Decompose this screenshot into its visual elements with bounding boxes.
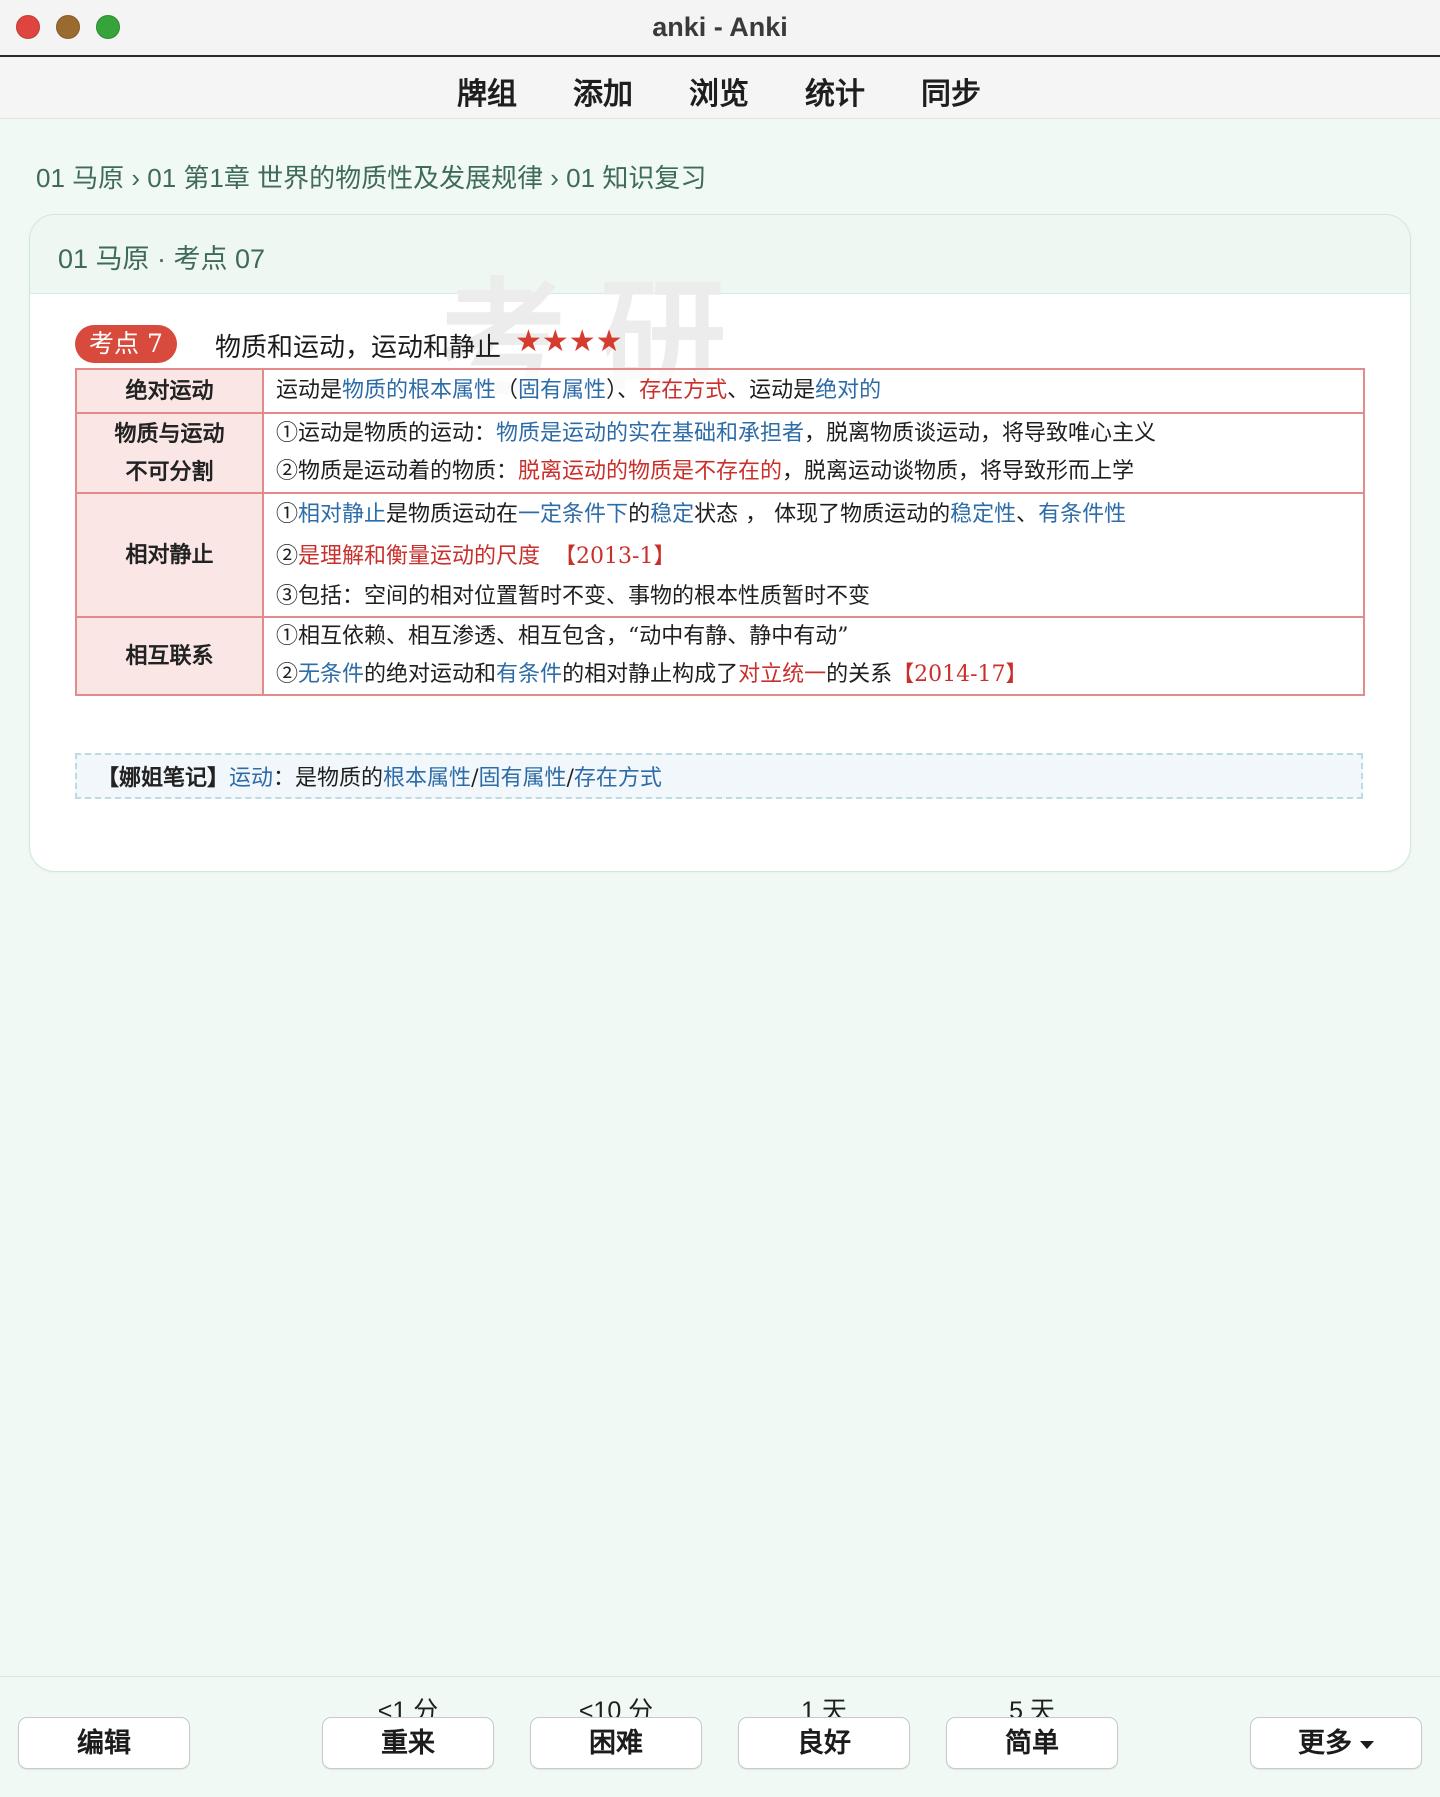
content-line: ②无条件的绝对运动和有条件的相对静止构成了对立统一的关系【2014-17】 [276, 662, 1028, 687]
knowledge-table: 绝对运动 运动是物质的根本属性（固有属性）、存在方式、运动是绝对的 物质与运动 … [75, 368, 1365, 696]
row-label: 相对静止 [75, 492, 264, 618]
answer-bar: 编辑 <1 分 重来 <10 分 困难 1 天 良好 5 天 简单 更多 [0, 1676, 1440, 1797]
row-label: 相互联系 [75, 616, 264, 696]
kaodian-title: 物质和运动，运动和静止 [215, 333, 502, 363]
edit-button[interactable]: 编辑 [18, 1717, 190, 1769]
table-row: 绝对运动 运动是物质的根本属性（固有属性）、存在方式、运动是绝对的 [75, 368, 1365, 414]
title-bar: anki - Anki [0, 0, 1440, 57]
content-line: ③包括：空间的相对位置暂时不变、事物的根本性质暂时不变 [276, 584, 871, 609]
content-line: 运动是物质的根本属性（固有属性）、存在方式、运动是绝对的 [276, 378, 882, 403]
row-content: 运动是物质的根本属性（固有属性）、存在方式、运动是绝对的 [262, 368, 1365, 414]
row-content: ①相对静止是物质运动在一定条件下的稳定状态 ， 体现了物质运动的稳定性、有条件性… [262, 492, 1365, 618]
content-line: ①相对静止是物质运动在一定条件下的稳定状态 ， 体现了物质运动的稳定性、有条件性 [276, 502, 1127, 527]
row-content: ①运动是物质的运动：物质是运动的实在基础和承担者，脱离物质谈运动，将导致唯心主义… [262, 412, 1365, 494]
chevron-down-icon [1360, 1740, 1374, 1749]
row-content: ①相互依赖、相互渗透、相互包含，“动中有静、静中有动” ②无条件的绝对运动和有条… [262, 616, 1365, 696]
content-line: ②是理解和衡量运动的尺度 【2013-1】 [276, 544, 676, 569]
star-rating: ★★★★ [515, 325, 623, 358]
toolbar-sync[interactable]: 同步 [917, 69, 985, 113]
content-line: ①运动是物质的运动：物质是运动的实在基础和承担者，脱离物质谈运动，将导致唯心主义 [276, 421, 1157, 446]
content-line: ②物质是运动着的物质：脱离运动的物质是不存在的，脱离运动谈物质，将导致形而上学 [276, 459, 1135, 484]
toolbar-browse[interactable]: 浏览 [685, 69, 753, 113]
kaodian-badge: 考点 7 [75, 325, 177, 363]
toolbar-stats[interactable]: 统计 [801, 69, 869, 113]
row-label: 绝对运动 [75, 368, 264, 414]
review-card: 01 马原 · 考点 07 考研 考点 7 物质和运动，运动和静止 ★★★★ 绝… [29, 214, 1411, 872]
main-toolbar: 牌组 添加 浏览 统计 同步 [0, 57, 1440, 119]
table-row: 相对静止 ①相对静止是物质运动在一定条件下的稳定状态 ， 体现了物质运动的稳定性… [75, 492, 1365, 618]
row-label: 物质与运动 不可分割 [75, 412, 264, 494]
toolbar-decks[interactable]: 牌组 [453, 69, 521, 113]
again-button[interactable]: 重来 [322, 1717, 494, 1769]
content-line: ①相互依赖、相互渗透、相互包含，“动中有静、静中有动” [276, 624, 849, 649]
table-row: 物质与运动 不可分割 ①运动是物质的运动：物质是运动的实在基础和承担者，脱离物质… [75, 412, 1365, 494]
easy-button[interactable]: 简单 [946, 1717, 1118, 1769]
more-button[interactable]: 更多 [1250, 1717, 1422, 1769]
table-row: 相互联系 ①相互依赖、相互渗透、相互包含，“动中有静、静中有动” ②无条件的绝对… [75, 616, 1365, 696]
study-note: 【娜姐笔记】运动：是物质的根本属性/固有属性/存在方式 [75, 753, 1363, 799]
hard-button[interactable]: 困难 [530, 1717, 702, 1769]
breadcrumb: 01 马原 › 01 第1章 世界的物质性及发展规律 › 01 知识复习 [36, 163, 707, 193]
toolbar-add[interactable]: 添加 [569, 69, 637, 113]
good-button[interactable]: 良好 [738, 1717, 910, 1769]
card-header-title: 01 马原 · 考点 07 [58, 244, 266, 274]
window-title: anki - Anki [652, 12, 788, 42]
